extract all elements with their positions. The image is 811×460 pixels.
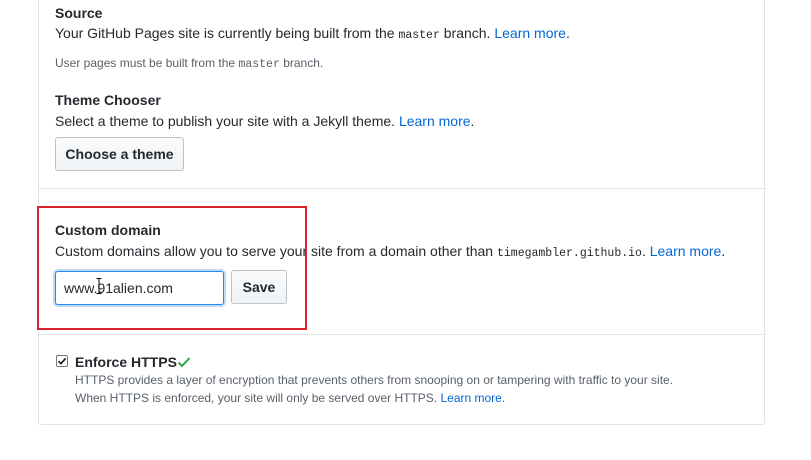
source-branch-code: master [398, 29, 440, 42]
https-description-line2: When HTTPS is enforced, your site will o… [75, 391, 506, 405]
custom-domain-learn-more-link[interactable]: Learn more [650, 243, 722, 259]
custom-domain-input[interactable] [55, 271, 224, 305]
source-note: User pages must be built from the master… [55, 56, 324, 71]
source-learn-more-link[interactable]: Learn more [494, 25, 566, 41]
theme-learn-more-link[interactable]: Learn more [399, 113, 471, 129]
custom-domain-heading: Custom domain [55, 222, 161, 238]
theme-chooser-heading: Theme Chooser [55, 92, 161, 108]
enforce-https-checkbox[interactable] [56, 355, 68, 367]
source-note-branch-code: master [238, 58, 280, 71]
https-learn-more-link[interactable]: Learn more [440, 391, 501, 405]
custom-domain-github-domain: timegambler.github.io [497, 247, 642, 260]
text-cursor-icon [96, 278, 102, 294]
choose-theme-button[interactable]: Choose a theme [55, 137, 184, 171]
enforce-https-label: Enforce HTTPS [75, 354, 177, 370]
section-divider [39, 334, 764, 335]
save-button[interactable]: Save [231, 270, 287, 304]
pages-settings-panel: Source Your GitHub Pages site is current… [38, 0, 765, 425]
source-heading: Source [55, 5, 103, 21]
checkbox-mark-icon [57, 357, 67, 365]
section-divider [39, 188, 764, 189]
check-icon [177, 357, 191, 368]
source-description: Your GitHub Pages site is currently bein… [55, 25, 570, 42]
https-description-line1: HTTPS provides a layer of encryption tha… [75, 373, 674, 387]
theme-chooser-description: Select a theme to publish your site with… [55, 113, 475, 129]
custom-domain-description: Custom domains allow you to serve your s… [55, 243, 726, 260]
